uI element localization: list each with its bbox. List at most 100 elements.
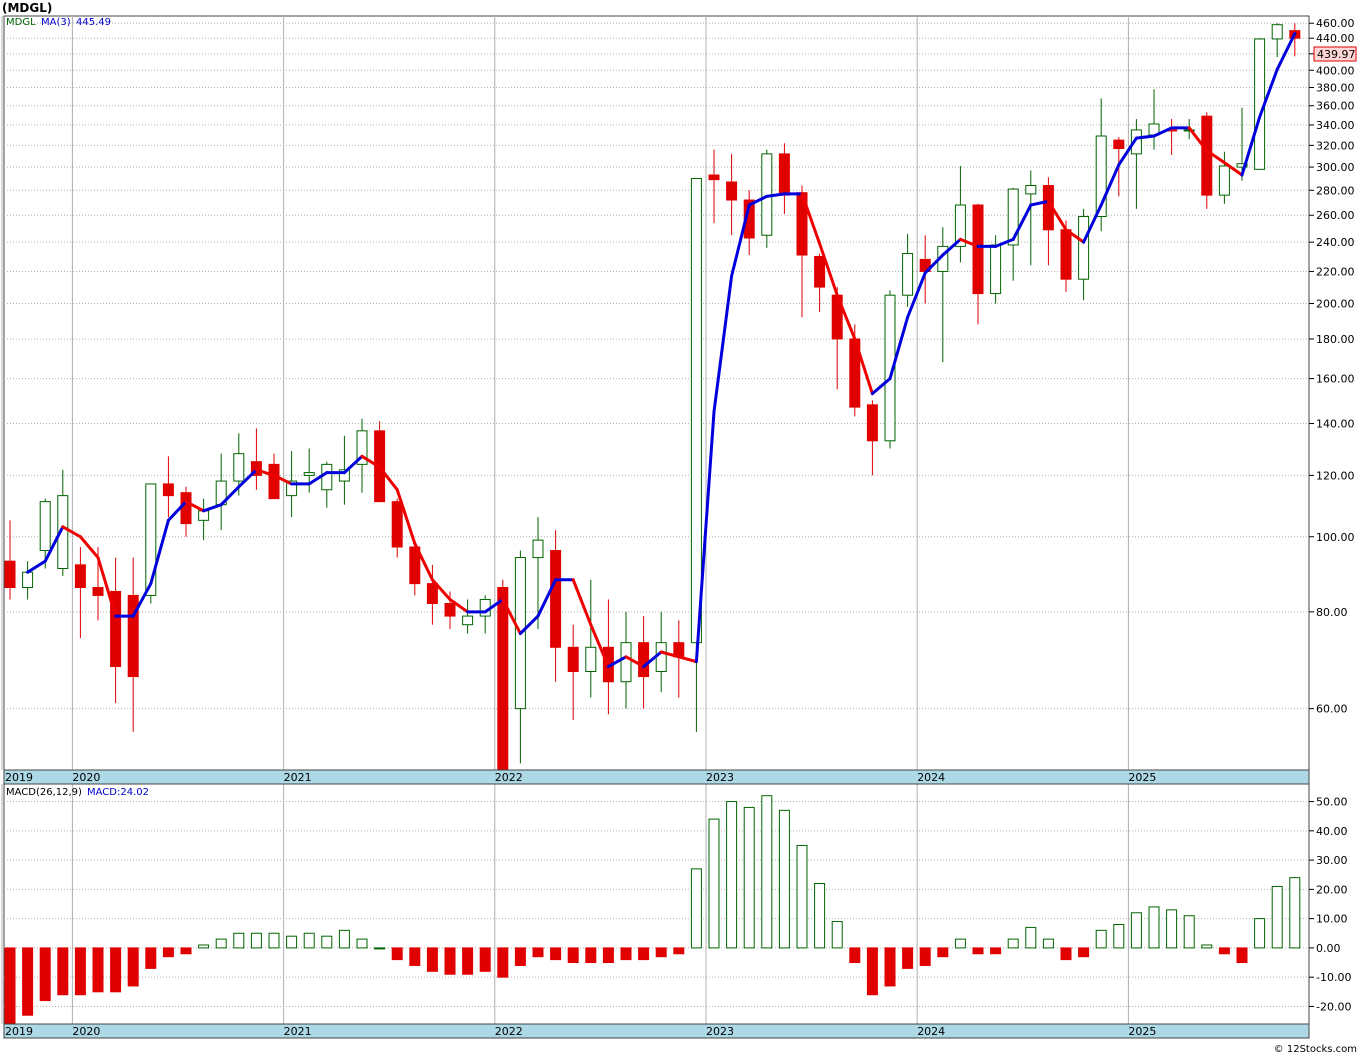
candle-body: [1078, 216, 1090, 280]
price-tick-label: 100.00: [1316, 531, 1355, 544]
macd-bar: [884, 947, 896, 987]
macd-tick-label: 30.00: [1316, 854, 1348, 867]
macd-tick-label: 40.00: [1316, 825, 1348, 838]
candle-body: [4, 560, 16, 589]
macd-bar: [1166, 909, 1178, 949]
macd-tick-label: 50.00: [1316, 796, 1348, 809]
macd-bar: [1113, 923, 1125, 949]
candle-body: [690, 177, 702, 644]
candle-body: [990, 244, 1002, 295]
macd-bar: [1218, 947, 1230, 955]
candle-body: [1271, 24, 1283, 40]
macd-bar: [286, 935, 298, 949]
macd-bar: [1236, 947, 1248, 964]
macd-bar: [92, 947, 104, 993]
macd-bar: [620, 947, 632, 961]
macd-tick-label: 20.00: [1316, 883, 1348, 896]
price-tick-label: 60.00: [1316, 703, 1348, 716]
candle-body: [866, 404, 878, 442]
price-tick-label: 320.00: [1316, 139, 1355, 152]
candle-body: [180, 492, 192, 525]
price-date-axis-band: [3, 769, 1310, 785]
candle-body: [1025, 185, 1037, 195]
macd-bar: [1042, 938, 1054, 949]
macd-bar: [1201, 944, 1213, 949]
candle-body: [655, 642, 667, 673]
macd-bar: [22, 947, 34, 1016]
candle-body: [233, 453, 245, 482]
candle-body: [532, 539, 544, 559]
candle-body: [268, 463, 280, 500]
macd-bar: [233, 932, 245, 949]
macd-bar: [198, 944, 210, 949]
macd-date-axis-band: [3, 1023, 1310, 1039]
candle-body: [303, 472, 315, 476]
price-year-label: 2019: [5, 771, 33, 784]
macd-year-label: 2020: [72, 1025, 100, 1038]
macd-bar: [39, 947, 51, 1002]
legend-ma: MA(3): [41, 17, 71, 28]
macd-bar: [303, 932, 315, 949]
macd-bar: [356, 938, 368, 949]
macd-bar: [866, 947, 878, 996]
candle-body: [1201, 115, 1213, 196]
candle-body: [567, 646, 579, 673]
macd-bar: [990, 947, 1002, 955]
candle-body: [585, 646, 597, 673]
last-price-label: 439.97: [1317, 48, 1356, 61]
macd-bar: [814, 883, 826, 949]
macd-bar: [1148, 906, 1160, 949]
candle-body: [426, 583, 438, 605]
price-year-label: 2021: [284, 771, 312, 784]
chart-symbol-title: (MDGL): [2, 1, 52, 15]
macd-bar: [1183, 915, 1195, 949]
price-tick-label: 160.00: [1316, 373, 1355, 386]
candle-body: [74, 564, 86, 589]
macd-year-label: 2021: [284, 1025, 312, 1038]
macd-bar: [426, 947, 438, 972]
macd-bar: [919, 947, 931, 966]
candle-body: [462, 615, 474, 626]
macd-bar: [127, 947, 139, 987]
macd-bar: [74, 947, 86, 996]
macd-year-label: 2022: [495, 1025, 523, 1038]
candle-body: [497, 587, 509, 771]
macd-bar: [444, 947, 456, 975]
macd-bar: [761, 795, 773, 949]
price-tick-label: 240.00: [1316, 236, 1355, 249]
price-tick-label: 140.00: [1316, 418, 1355, 431]
macd-bar: [462, 947, 474, 975]
macd-bar: [567, 947, 579, 964]
macd-bar: [391, 947, 403, 961]
candle-body: [902, 253, 914, 296]
macd-bar: [321, 935, 333, 949]
macd-bar: [937, 947, 949, 958]
price-tick-label: 180.00: [1316, 333, 1355, 346]
macd-bar: [145, 947, 157, 969]
macd-bar: [1254, 918, 1266, 949]
candle-body: [321, 463, 333, 491]
macd-year-label: 2023: [706, 1025, 734, 1038]
macd-tick-label: 10.00: [1316, 913, 1348, 926]
macd-tick-label: 0.00: [1316, 942, 1341, 955]
macd-bar: [250, 932, 262, 949]
macd-bar: [708, 818, 720, 949]
candle-body: [708, 174, 720, 181]
candle-body: [162, 483, 174, 497]
macd-bar: [1060, 947, 1072, 961]
macd-bar: [479, 947, 491, 972]
legend-ma-value: 445.49: [76, 17, 111, 28]
ma-line-segment: [1134, 134, 1156, 140]
macd-legend-label: MACD(26,12,9): [6, 787, 82, 798]
macd-bar: [1095, 929, 1107, 949]
macd-bar: [1025, 926, 1037, 949]
macd-bar: [1078, 947, 1090, 958]
candle-body: [814, 255, 826, 288]
macd-bar: [796, 844, 808, 949]
price-tick-label: 120.00: [1316, 469, 1355, 482]
price-year-label: 2024: [917, 771, 945, 784]
macd-bar: [268, 932, 280, 949]
macd-year-label: 2019: [5, 1025, 33, 1038]
macd-bar: [497, 947, 509, 978]
price-tick-label: 80.00: [1316, 606, 1348, 619]
